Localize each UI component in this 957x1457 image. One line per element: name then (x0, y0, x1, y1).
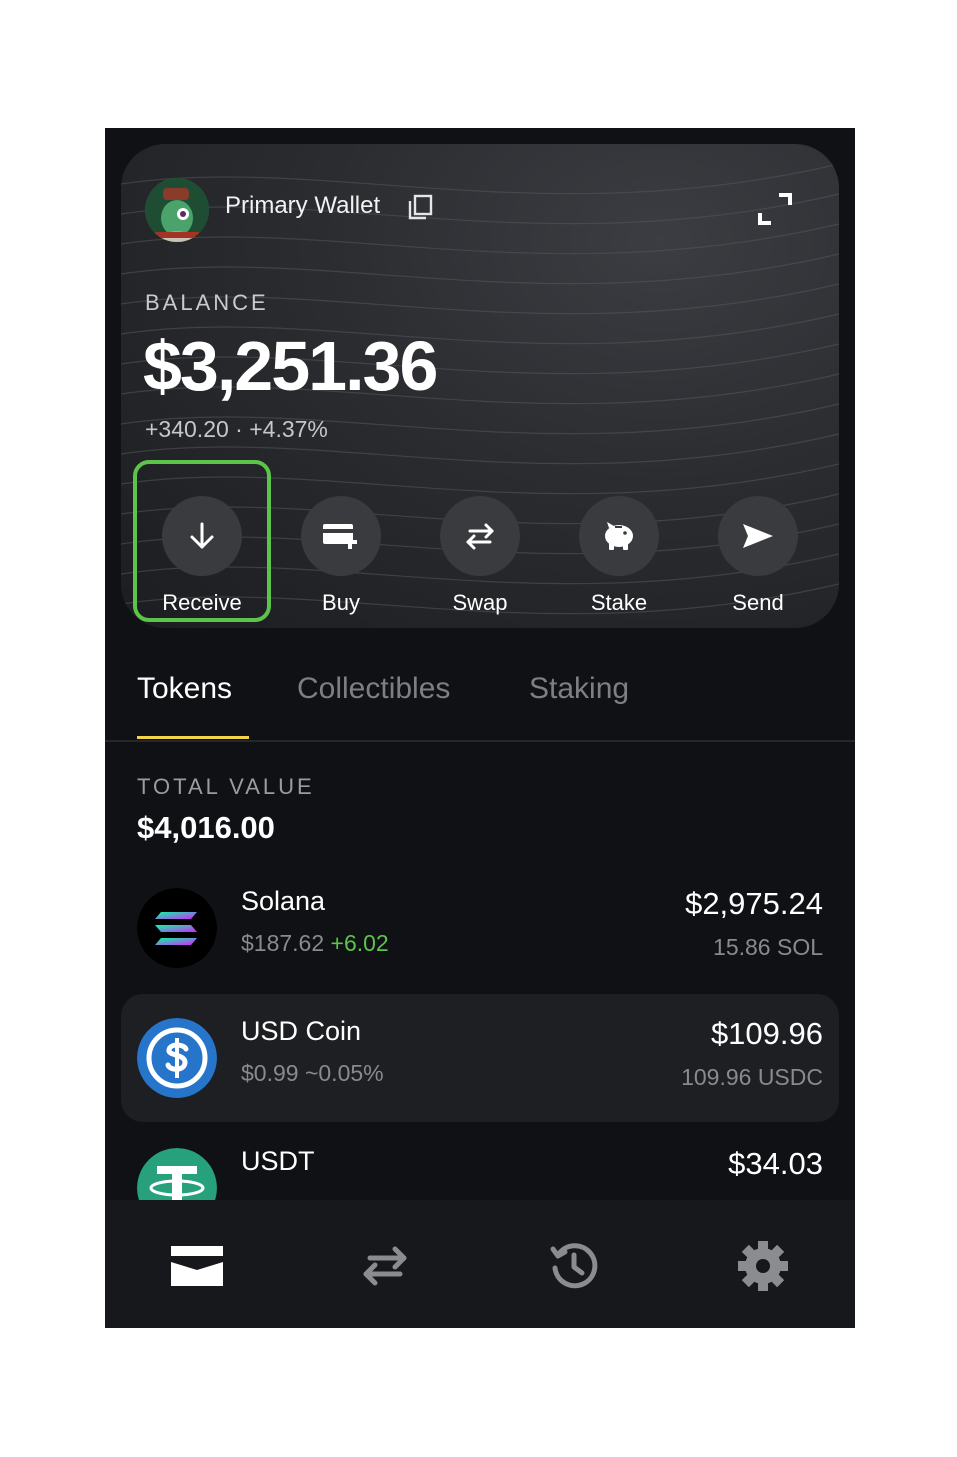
token-amount: 109.96 USDC (681, 1064, 823, 1090)
token-change: +6.02 (330, 930, 389, 956)
token-name: Solana (241, 886, 326, 916)
token-name: USD Coin (241, 1016, 362, 1046)
token-price-line: $0.99 ~0.05% (241, 1060, 384, 1087)
token-change: ~0.05% (304, 1060, 384, 1086)
swap-icon (363, 1246, 407, 1286)
stake-circle[interactable] (579, 496, 659, 576)
balance-card: Primary Wallet BALANCE $3,251.36 +340.20… (121, 144, 839, 628)
buy-button[interactable]: Buy (281, 496, 401, 616)
tab-collectibles[interactable]: Collectibles (297, 672, 450, 706)
swap-circle[interactable] (440, 496, 520, 576)
token-price-line: $187.62 +6.02 (241, 930, 389, 957)
stake-label: Stake (590, 590, 648, 615)
expand-icon[interactable] (757, 192, 793, 226)
tab-bar: Tokens Collectibles Staking (105, 628, 855, 742)
nav-swap[interactable] (355, 1238, 415, 1294)
swap-icon (466, 523, 494, 550)
solana-icon (137, 888, 217, 968)
token-row-usdc[interactable]: USD Coin $0.99 ~0.05% $109.96 109.96 USD… (121, 994, 839, 1122)
bottom-nav (105, 1200, 855, 1328)
balance-label: BALANCE (145, 290, 269, 315)
send-icon (743, 524, 773, 548)
wallet-icon (171, 1246, 223, 1286)
stake-button[interactable]: Stake (559, 496, 679, 616)
avatar[interactable] (145, 178, 209, 242)
send-label: Send (732, 590, 784, 615)
wallet-app: Primary Wallet BALANCE $3,251.36 +340.20… (105, 128, 855, 1328)
buy-circle[interactable] (301, 496, 381, 576)
token-name: USDT (241, 1146, 315, 1176)
token-value: $2,975.24 (685, 886, 823, 921)
settings-icon (738, 1241, 788, 1291)
balance-change: +340.20 · +4.37% (145, 416, 328, 442)
copy-icon[interactable] (407, 194, 433, 220)
token-row-solana[interactable]: Solana $187.62 +6.02 $2,975.24 15.86 SOL (121, 864, 839, 992)
tab-tokens[interactable]: Tokens (137, 672, 232, 706)
tab-staking[interactable]: Staking (529, 672, 629, 706)
token-price: $187.62 (241, 930, 325, 956)
usdc-icon (137, 1018, 217, 1098)
swap-label: Swap (452, 590, 508, 615)
send-circle[interactable] (718, 496, 798, 576)
token-amount: 15.86 SOL (713, 934, 823, 960)
total-value: $4,016.00 (137, 810, 275, 845)
nav-settings[interactable] (733, 1238, 793, 1294)
nav-history[interactable] (544, 1238, 604, 1294)
wallet-name[interactable]: Primary Wallet (225, 192, 380, 220)
history-icon (550, 1243, 598, 1289)
token-value: $34.03 (728, 1146, 823, 1181)
swap-button[interactable]: Swap (420, 496, 540, 616)
buy-label: Buy (322, 590, 360, 615)
token-value: $109.96 (710, 1016, 823, 1051)
tab-active-indicator (137, 736, 249, 739)
token-price: $0.99 (241, 1060, 299, 1086)
piggy-bank-icon (605, 522, 633, 550)
card-plus-icon (323, 524, 357, 549)
balance-amount: $3,251.36 (143, 327, 438, 405)
nav-wallet[interactable] (167, 1238, 227, 1294)
total-value-label: TOTAL VALUE (137, 774, 315, 799)
receive-highlight (133, 460, 271, 622)
send-button[interactable]: Send (698, 496, 818, 616)
